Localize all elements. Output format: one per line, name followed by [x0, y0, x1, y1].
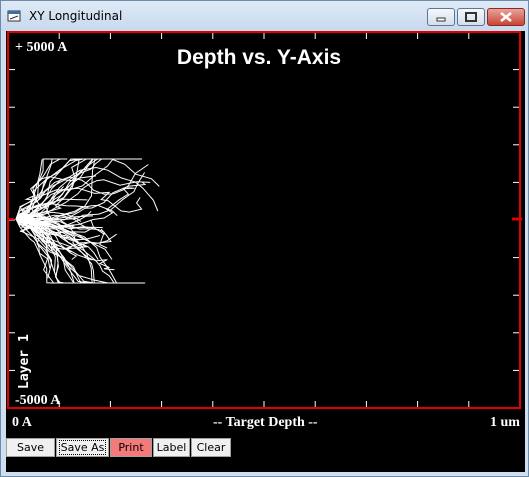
app-window: XY Longitudinal Depth vs. Y-Axis + 5000 … — [0, 0, 529, 477]
plot-title: Depth vs. Y-Axis — [177, 46, 341, 69]
maximize-button[interactable] — [457, 8, 485, 26]
clear-button[interactable]: Clear — [191, 438, 231, 457]
x-axis-max-label: 1 um — [490, 415, 520, 430]
close-button[interactable] — [487, 8, 525, 26]
plot-area[interactable]: Depth vs. Y-Axis + 5000 A -5000 A Layer … — [6, 31, 522, 409]
print-button[interactable]: Print — [110, 438, 152, 457]
x-axis-min-label: 0 A — [12, 415, 32, 430]
layer-label: Layer 1 — [17, 334, 32, 389]
close-icon — [500, 12, 512, 22]
save-button-label: Save — [16, 441, 44, 454]
title-bar[interactable]: XY Longitudinal — [1, 1, 528, 31]
save-as-button-label: Save As — [58, 440, 107, 455]
app-window-icon — [7, 10, 21, 22]
minimize-icon — [436, 17, 446, 22]
x-axis-title: -- Target Depth -- — [213, 415, 318, 430]
save-as-button[interactable]: Save As — [56, 438, 109, 457]
save-button[interactable]: Save — [6, 438, 55, 457]
label-button[interactable]: Label — [153, 438, 190, 457]
maximize-icon — [465, 12, 477, 22]
window-title: XY Longitudinal — [29, 9, 123, 23]
status-bar: 0 A -- Target Depth -- 1 um — [6, 411, 522, 435]
y-bottom-label: -5000 A — [15, 393, 61, 408]
y-top-label: + 5000 A — [15, 40, 68, 55]
minimize-button[interactable] — [427, 8, 455, 26]
label-button-label: Label — [156, 441, 187, 454]
print-button-label: Print — [118, 441, 144, 454]
toolbar: Save Save As Print Label Clear — [6, 438, 406, 458]
clear-button-label: Clear — [196, 441, 226, 454]
